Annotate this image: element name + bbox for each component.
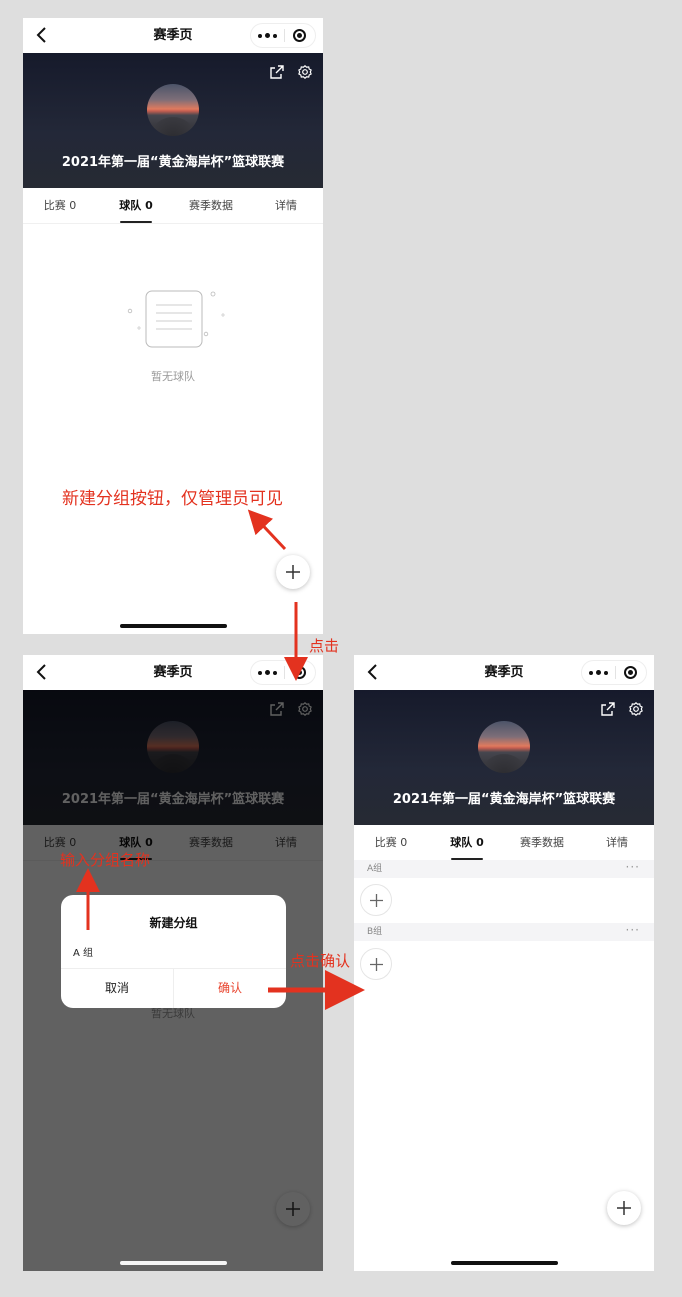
add-team-button[interactable]	[360, 884, 392, 916]
group-name: A组	[367, 864, 383, 874]
capsule-menu	[250, 23, 316, 48]
group-more-button[interactable]: ···	[626, 923, 640, 937]
phone-screen-initial: 赛季页 2021年第一届“黄金海岸杯”篮球联赛 比赛 0 球队 0 赛季数据 详…	[23, 18, 323, 634]
more-icon[interactable]	[251, 661, 284, 684]
tab-details[interactable]: 详情	[599, 825, 635, 861]
capsule-menu	[581, 660, 647, 685]
group-name: B组	[367, 927, 383, 937]
plus-icon	[617, 1201, 631, 1215]
season-title: 2021年第一届“黄金海岸杯”篮球联赛	[392, 792, 616, 807]
group-name-input[interactable]: A 组	[73, 944, 93, 959]
season-avatar	[478, 721, 530, 773]
cancel-button[interactable]: 取消	[61, 969, 173, 1008]
season-title: 2021年第一届“黄金海岸杯”篮球联赛	[61, 155, 285, 170]
note-confirm: 点击确认	[290, 952, 351, 970]
add-team-button[interactable]	[360, 948, 392, 980]
group-header: B组 ···	[354, 923, 654, 941]
tab-teams[interactable]: 球队 0	[442, 825, 492, 861]
tab-bar: 比赛 0 球队 0 赛季数据 详情	[23, 188, 323, 224]
plus-icon	[370, 958, 383, 971]
tab-bar: 比赛 0 球队 0 赛季数据 详情	[354, 825, 654, 861]
capsule-menu	[250, 660, 316, 685]
empty-state-text: 暂无球队	[151, 370, 195, 383]
tab-season-stats[interactable]: 赛季数据	[514, 825, 570, 861]
target-icon[interactable]	[293, 29, 306, 42]
navbar: 赛季页	[354, 655, 654, 690]
note-click: 点击	[309, 637, 340, 655]
home-indicator	[451, 1261, 558, 1265]
confirm-button[interactable]: 确认	[174, 969, 286, 1008]
navbar: 赛季页	[23, 18, 323, 53]
add-group-button[interactable]	[607, 1191, 641, 1225]
note-input: 输入分组名称	[60, 851, 151, 869]
navbar: 赛季页	[23, 655, 323, 690]
tab-teams[interactable]: 球队 0	[111, 188, 161, 224]
tab-season-stats[interactable]: 赛季数据	[183, 188, 239, 224]
phone-screen-groups: 赛季页 2021年第一届“黄金海岸杯”篮球联赛 比赛 0 球队 0 赛季数据 详…	[354, 655, 654, 1271]
empty-list-icon	[127, 290, 225, 348]
tab-details[interactable]: 详情	[268, 188, 304, 224]
note-fab: 新建分组按钮，仅管理员可见	[62, 489, 283, 509]
plus-icon	[286, 565, 300, 579]
season-avatar	[147, 84, 199, 136]
share-icon[interactable]	[269, 64, 285, 80]
add-group-button[interactable]	[276, 555, 310, 589]
home-indicator	[120, 624, 227, 628]
season-header: 2021年第一届“黄金海岸杯”篮球联赛	[354, 690, 654, 825]
season-header: 2021年第一届“黄金海岸杯”篮球联赛	[23, 53, 323, 188]
new-group-dialog: 新建分组 A 组 取消 确认	[61, 895, 286, 1008]
phone-screen-dialog: 赛季页 2021年第一届“黄金海岸杯”篮球联赛 比赛 0 球队 0 赛季数据 详…	[23, 655, 323, 1271]
group-more-button[interactable]: ···	[626, 860, 640, 874]
home-indicator	[120, 1261, 227, 1265]
gear-icon[interactable]	[297, 64, 313, 80]
gear-icon[interactable]	[628, 701, 644, 717]
tab-matches[interactable]: 比赛 0	[35, 188, 85, 224]
tab-matches[interactable]: 比赛 0	[366, 825, 416, 861]
more-icon[interactable]	[251, 24, 284, 47]
more-icon[interactable]	[582, 661, 615, 684]
target-icon[interactable]	[624, 666, 637, 679]
dialog-title: 新建分组	[149, 916, 198, 930]
plus-icon	[370, 894, 383, 907]
target-icon[interactable]	[293, 666, 306, 679]
share-icon[interactable]	[600, 701, 616, 717]
group-header: A组 ···	[354, 860, 654, 878]
